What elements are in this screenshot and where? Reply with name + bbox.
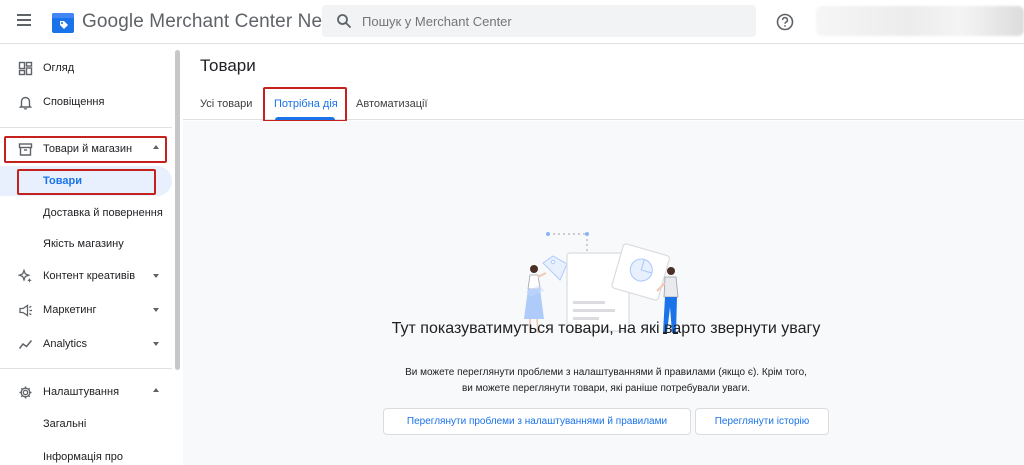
merchant-center-logo[interactable] xyxy=(51,9,75,35)
account-area-blurred[interactable] xyxy=(816,6,1024,36)
chevron-up-icon xyxy=(153,145,159,149)
sidebar-item-label: Доставка й повернення xyxy=(43,207,163,219)
sidebar-item-label: Інформація про xyxy=(43,451,124,463)
sidebar-item-label: Огляд xyxy=(43,62,75,74)
product-name: Google Merchant Center Next xyxy=(82,11,338,32)
sidebar-divider xyxy=(0,368,172,369)
active-tab-indicator xyxy=(275,117,335,120)
sidebar-item-label: Контент креативів xyxy=(43,270,136,282)
help-icon[interactable] xyxy=(775,12,795,32)
campaign-icon xyxy=(19,304,32,317)
sidebar-item-label: Налаштування xyxy=(43,386,120,398)
sidebar-item-general[interactable]: Загальні xyxy=(0,409,172,439)
tab-automations[interactable]: Автоматизації xyxy=(356,98,428,110)
main-content: Товари Усі товари Потрібна дія Автоматиз… xyxy=(183,45,1024,465)
sidebar-item-label: Товари й магазин xyxy=(43,143,133,155)
sidebar-item-products-store[interactable]: Товари й магазин xyxy=(0,133,172,165)
empty-state-title: Тут показуватимуться товари, на які варт… xyxy=(391,320,821,337)
sidebar-item-marketing[interactable]: Маркетинг xyxy=(0,294,172,326)
sidebar-item-label: Маркетинг xyxy=(43,304,97,316)
top-app-bar: Google Merchant Center Next xyxy=(0,0,1024,44)
sidebar-item-settings[interactable]: Налаштування xyxy=(0,376,172,408)
sidebar-item-label: Analytics xyxy=(43,338,88,350)
sidebar-item-store-quality[interactable]: Якість магазину xyxy=(0,229,172,259)
chevron-down-icon xyxy=(153,274,159,278)
line-chart-icon xyxy=(18,340,33,349)
gear-icon xyxy=(19,386,32,399)
dashboard-icon xyxy=(18,61,33,76)
sidebar-item-label: Якість магазину xyxy=(43,238,124,250)
search-bar[interactable] xyxy=(322,5,756,37)
sidebar-item-label: Товари xyxy=(43,175,82,187)
empty-state-description-line: Ви можете переглянути проблеми з налашту… xyxy=(405,367,807,378)
sidebar-divider xyxy=(0,127,172,128)
review-issues-button[interactable]: Переглянути проблеми з налаштуваннями й … xyxy=(383,408,691,435)
tab-action-needed[interactable]: Потрібна дія xyxy=(274,98,338,110)
sidebar-nav: Огляд Сповіщення Товари й магазин Товари… xyxy=(0,45,182,465)
tab-all-products[interactable]: Усі товари xyxy=(200,98,252,110)
chevron-down-icon xyxy=(153,308,159,312)
sidebar-item-analytics[interactable]: Analytics xyxy=(0,328,172,360)
sidebar-item-label: Загальні xyxy=(43,418,87,430)
search-icon xyxy=(337,14,352,29)
archive-icon xyxy=(18,143,33,156)
bell-icon xyxy=(18,96,33,110)
sidebar-item-shipping-returns[interactable]: Доставка й повернення xyxy=(0,198,172,228)
empty-state-description-line: ви можете переглянути товари, які раніше… xyxy=(461,383,751,394)
sidebar-item-products[interactable]: Товари xyxy=(0,166,172,196)
tab-bar: Усі товари Потрібна дія Автоматизації xyxy=(183,89,1024,120)
sidebar-scrollbar[interactable] xyxy=(175,50,180,370)
view-history-button[interactable]: Переглянути історію xyxy=(695,408,829,435)
empty-state-panel: Тут показуватимуться товари, на які варт… xyxy=(183,121,1024,465)
sidebar-item-creative-content[interactable]: Контент креативів xyxy=(0,260,172,292)
chevron-up-icon xyxy=(153,388,159,392)
search-input[interactable] xyxy=(362,13,742,29)
chevron-down-icon xyxy=(153,342,159,346)
sidebar-item-notifications[interactable]: Сповіщення xyxy=(0,86,172,118)
sidebar-item-info-about[interactable]: Інформація про xyxy=(0,442,172,465)
sidebar-item-label: Сповіщення xyxy=(43,96,105,108)
menu-icon[interactable] xyxy=(14,12,34,32)
sidebar-item-overview[interactable]: Огляд xyxy=(0,52,172,84)
empty-state-description: Ви можете переглянути проблеми з налашту… xyxy=(383,365,829,397)
sparkle-icon xyxy=(18,269,32,283)
page-title: Товари xyxy=(200,56,256,75)
